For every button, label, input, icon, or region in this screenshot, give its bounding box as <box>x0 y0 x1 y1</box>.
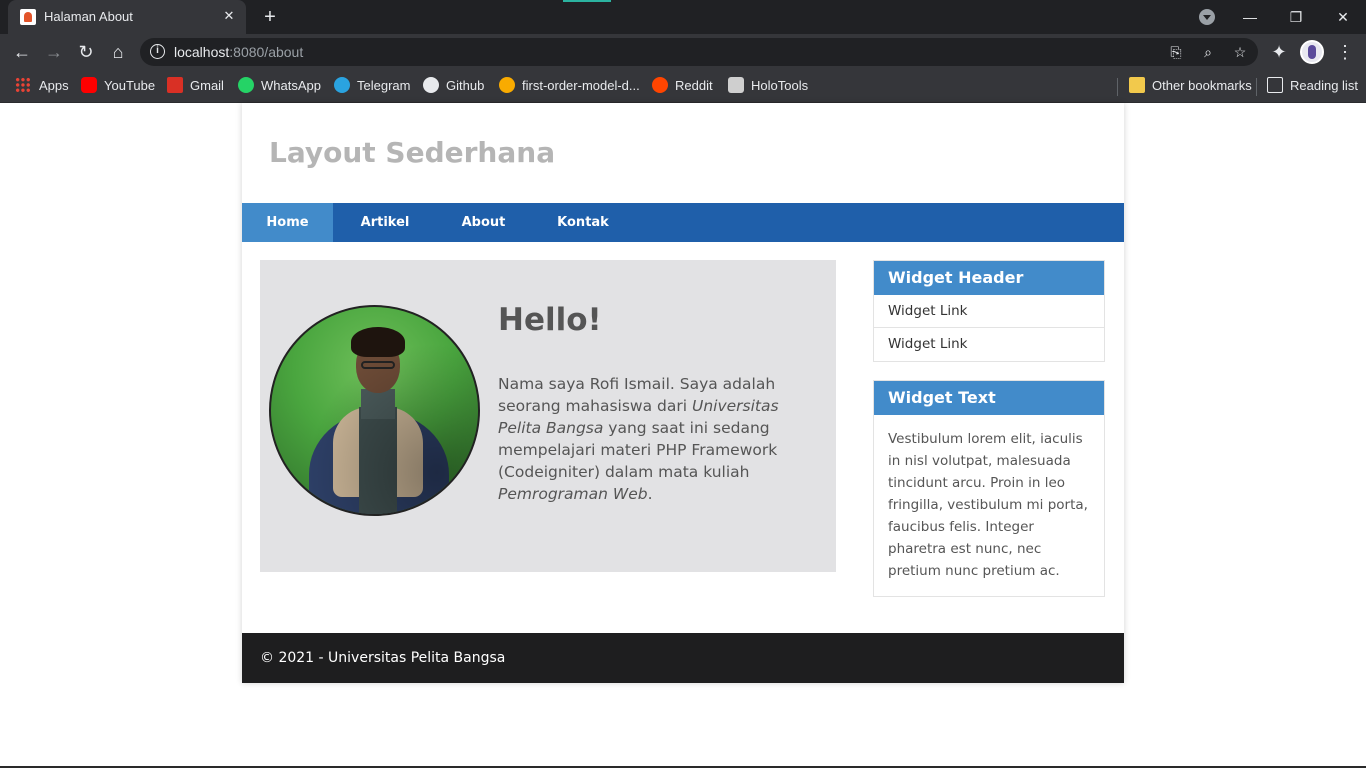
reading-list[interactable]: Reading list <box>1267 77 1358 95</box>
widget-link[interactable]: Widget Link <box>874 295 1104 328</box>
apps-grid-icon <box>15 77 31 93</box>
url-host: localhost <box>174 44 230 60</box>
tab-search-icon[interactable] <box>1199 9 1215 25</box>
bookmark-holotools[interactable]: HoloTools <box>728 77 808 95</box>
widget-header-title: Widget Header <box>874 261 1104 295</box>
back-icon[interactable]: ← <box>10 40 34 64</box>
site-footer: © 2021 - Universitas Pelita Bangsa <box>242 633 1124 683</box>
bookmark-label: Reddit <box>675 78 713 93</box>
reload-icon[interactable]: ↻ <box>74 40 98 64</box>
bookmark-youtube[interactable]: YouTube <box>81 77 155 95</box>
github-icon <box>423 77 439 93</box>
close-window-button[interactable]: ✕ <box>1320 4 1366 30</box>
url-path: :8080/about <box>229 44 304 60</box>
site-title: Layout Sederhana <box>269 136 556 169</box>
widget-header-box: Widget Header Widget Link Widget Link <box>873 260 1105 362</box>
address-bar[interactable]: i localhost:8080/about ⎘ ⌕ ☆ <box>140 38 1258 66</box>
bookmark-label: WhatsApp <box>261 78 321 93</box>
tab-close-icon[interactable]: ✕ <box>220 7 238 25</box>
widget-text-title: Widget Text <box>874 381 1104 415</box>
bookmark-label: Telegram <box>357 78 411 93</box>
tab-drag-accent <box>563 0 611 2</box>
bio-course: Pemrograman Web <box>498 485 648 503</box>
site-container: Layout Sederhana Home Artikel About Kont… <box>242 103 1124 683</box>
whatsapp-icon <box>238 77 254 93</box>
nav-artikel[interactable]: Artikel <box>333 203 437 242</box>
restore-button[interactable]: ❐ <box>1273 4 1319 30</box>
widget-text-body: Vestibulum lorem elit, iaculis in nisl v… <box>888 431 1088 579</box>
telegram-icon <box>334 77 350 93</box>
codeigniter-favicon-icon <box>20 9 36 25</box>
forward-icon[interactable]: → <box>42 40 66 64</box>
site-info-icon[interactable]: i <box>150 44 165 59</box>
bookmark-separator <box>1117 78 1118 96</box>
profile-avatar[interactable] <box>1300 40 1324 64</box>
bookmark-separator <box>1256 78 1257 96</box>
other-bookmarks[interactable]: Other bookmarks <box>1129 77 1252 95</box>
bookmark-github[interactable]: Github <box>423 77 484 95</box>
bio-text: . <box>647 485 653 503</box>
minimize-button[interactable]: — <box>1227 4 1273 30</box>
reddit-icon <box>652 77 668 93</box>
tab-title: Halaman About <box>44 9 133 24</box>
bookmark-label: Github <box>446 78 485 93</box>
bookmark-whatsapp[interactable]: WhatsApp <box>238 77 321 95</box>
hello-heading: Hello! <box>498 302 602 338</box>
folder-icon <box>1129 77 1145 93</box>
site-navigation: Home Artikel About Kontak <box>242 203 1124 242</box>
extensions-icon[interactable]: ✦ <box>1267 40 1291 64</box>
bookmark-label: Gmail <box>190 78 224 93</box>
bookmark-telegram[interactable]: Telegram <box>334 77 410 95</box>
zoom-icon[interactable]: ⌕ <box>1198 42 1218 62</box>
widget-text-box: Widget Text Vestibulum lorem elit, iacul… <box>873 380 1105 597</box>
nav-about[interactable]: About <box>437 203 530 242</box>
gmail-icon <box>167 77 183 93</box>
holotools-icon <box>728 77 744 93</box>
browser-toolbar: ← → ↻ ⌂ i localhost:8080/about ⎘ ⌕ ☆ ✦ ⋮ <box>0 34 1366 70</box>
bookmark-label: HoloTools <box>751 78 809 93</box>
browser-tab-bar: Halaman About ✕ + — ❐ ✕ <box>0 0 1366 34</box>
youtube-icon <box>81 77 97 93</box>
bookmark-gmail[interactable]: Gmail <box>167 77 224 95</box>
bookmark-label: YouTube <box>104 78 156 93</box>
reading-list-icon <box>1267 77 1283 93</box>
reading-list-label: Reading list <box>1290 78 1358 93</box>
bookmark-reddit[interactable]: Reddit <box>652 77 713 95</box>
bio-paragraph: Nama saya Rofi Ismail. Saya adalah seora… <box>498 373 818 505</box>
widget-link[interactable]: Widget Link <box>874 328 1104 361</box>
bookmark-colab[interactable]: first-order-model-d... <box>499 77 640 95</box>
web-page: Layout Sederhana Home Artikel About Kont… <box>0 103 1366 768</box>
translate-icon[interactable]: ⎘ <box>1166 42 1186 62</box>
menu-icon[interactable]: ⋮ <box>1333 40 1357 64</box>
bookmark-apps[interactable]: Apps <box>15 77 69 95</box>
other-bookmarks-label: Other bookmarks <box>1152 78 1252 93</box>
bookmarks-bar: Apps YouTube Gmail WhatsApp Telegram Git… <box>0 70 1366 103</box>
url-text[interactable]: localhost:8080/about <box>174 44 303 60</box>
bookmark-label: Apps <box>39 78 69 93</box>
bookmark-label: first-order-model-d... <box>522 78 640 93</box>
colab-icon <box>499 77 515 93</box>
about-content: Hello! Nama saya Rofi Ismail. Saya adala… <box>260 260 836 572</box>
nav-home[interactable]: Home <box>242 203 333 242</box>
bookmark-star-icon[interactable]: ☆ <box>1230 42 1250 62</box>
home-icon[interactable]: ⌂ <box>106 40 130 64</box>
nav-kontak[interactable]: Kontak <box>530 203 636 242</box>
browser-tab[interactable]: Halaman About ✕ <box>8 0 246 34</box>
new-tab-button[interactable]: + <box>258 5 282 29</box>
profile-photo <box>269 305 480 516</box>
